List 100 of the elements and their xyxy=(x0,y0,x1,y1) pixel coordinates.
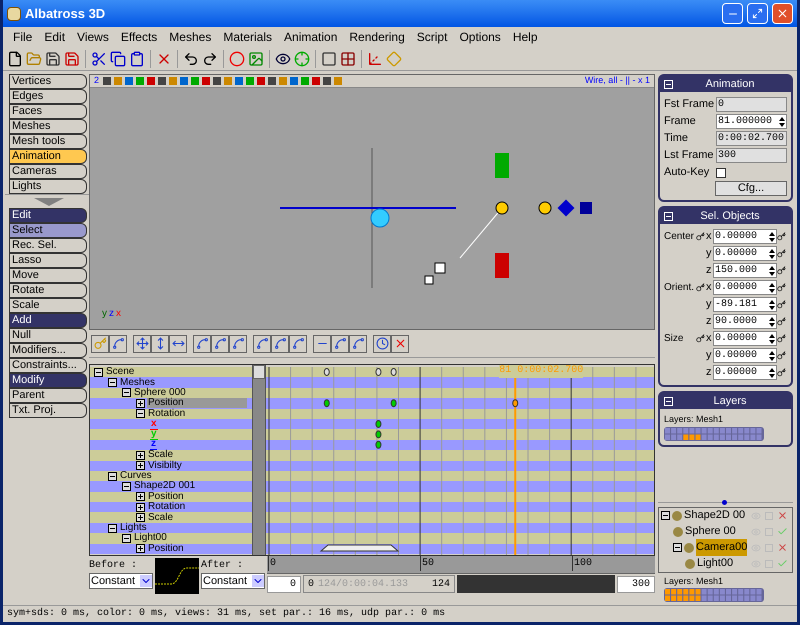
text-field[interactable]: 0:00:02.700 xyxy=(716,131,787,146)
splitter-handle[interactable] xyxy=(722,500,727,504)
spin-arrows-icon[interactable] xyxy=(769,368,775,378)
panel-button[interactable]: Modifiers... xyxy=(9,343,87,358)
undo-icon[interactable] xyxy=(183,50,199,66)
minimize-button[interactable] xyxy=(722,3,743,24)
menu-item[interactable]: Materials xyxy=(217,28,278,46)
tree-item[interactable]: Position xyxy=(147,492,185,502)
expand-icon[interactable] xyxy=(136,502,145,512)
spin-field[interactable]: 0.00000 xyxy=(713,246,777,261)
cfg-button[interactable]: Cfg... xyxy=(715,181,787,196)
collapse-icon[interactable] xyxy=(673,543,682,552)
panel-button[interactable]: Meshes xyxy=(9,119,87,134)
expand-icon[interactable] xyxy=(136,513,145,522)
panel-button[interactable]: Vertices xyxy=(9,74,87,89)
curve-tool-button[interactable] xyxy=(313,334,331,352)
check-icon[interactable] xyxy=(777,526,788,537)
key-icon[interactable] xyxy=(696,232,705,241)
spin-field[interactable]: 81.000000 xyxy=(716,114,787,129)
spin-field[interactable]: 0.00000 xyxy=(713,229,777,244)
curve-tool-button[interactable] xyxy=(289,334,307,352)
panel-button[interactable]: Txt. Proj. xyxy=(9,403,87,418)
text-field[interactable]: 300 xyxy=(716,148,787,163)
viewport[interactable]: 2 Wire, all - || - x 1 y z x xyxy=(89,74,655,330)
panel-button[interactable]: Rotate xyxy=(9,283,87,298)
tree-item[interactable]: Curves xyxy=(119,471,153,482)
panel-button[interactable]: Edges xyxy=(9,89,87,104)
eye-icon[interactable] xyxy=(275,50,291,66)
collapse-icon[interactable] xyxy=(136,409,145,418)
curve-tool-button[interactable] xyxy=(373,334,391,352)
tree-item[interactable]: Scale xyxy=(147,512,174,523)
key-icon[interactable] xyxy=(777,317,786,326)
spin-field[interactable]: 0.00000 xyxy=(713,280,777,295)
spin-arrows-icon[interactable] xyxy=(769,266,775,276)
curve-tool-button[interactable] xyxy=(391,334,409,352)
menu-item[interactable]: Meshes xyxy=(163,28,218,46)
menu-item[interactable]: Rendering xyxy=(343,28,411,46)
panel-button[interactable]: Null xyxy=(9,328,87,343)
tree-item[interactable]: Light00 xyxy=(133,533,168,544)
curve-tool-button[interactable] xyxy=(211,334,229,352)
curve-tool-button[interactable] xyxy=(331,334,349,352)
new-file-icon[interactable] xyxy=(7,50,23,66)
paste-icon[interactable] xyxy=(129,50,145,66)
curve-tool-button[interactable] xyxy=(253,334,271,352)
menu-item[interactable]: Animation xyxy=(278,28,344,46)
expand-icon[interactable] xyxy=(136,492,145,502)
save-icon[interactable] xyxy=(64,50,80,66)
redo-icon[interactable] xyxy=(202,50,218,66)
curve-tool-button[interactable] xyxy=(349,334,367,352)
delete-icon[interactable] xyxy=(777,510,788,521)
tree-item[interactable]: Visibilty xyxy=(147,460,183,471)
menu-item[interactable]: Options xyxy=(453,28,507,46)
tree-item[interactable]: Position xyxy=(147,398,247,408)
auto-key-checkbox[interactable] xyxy=(716,168,726,178)
expand-icon[interactable] xyxy=(136,461,145,470)
scrollbar[interactable] xyxy=(252,365,266,555)
copy-icon[interactable] xyxy=(110,50,126,66)
collapse-icon[interactable] xyxy=(108,378,117,388)
curve-tool-button[interactable] xyxy=(271,334,289,352)
spin-arrows-icon[interactable] xyxy=(769,232,775,242)
cut-icon[interactable] xyxy=(91,50,107,66)
spin-field[interactable]: 90.0000 xyxy=(713,314,777,329)
panel-button[interactable]: Rec. Sel. xyxy=(9,238,87,253)
spin-arrows-icon[interactable] xyxy=(769,282,775,292)
tree-item[interactable]: Lights xyxy=(119,523,148,534)
curve-tool-button[interactable] xyxy=(169,334,187,352)
extrapolation-dropdown[interactable]: Constant xyxy=(89,573,153,589)
panel-button[interactable]: Parent xyxy=(9,388,87,403)
layer-grid-drawing[interactable] xyxy=(664,588,764,602)
curve-tool-button[interactable] xyxy=(229,334,247,352)
expand-icon[interactable] xyxy=(136,398,145,408)
spin-arrows-icon[interactable] xyxy=(769,350,775,360)
menu-item[interactable]: Effects xyxy=(114,28,164,46)
key-icon[interactable] xyxy=(777,283,786,292)
key-icon[interactable] xyxy=(777,266,786,275)
menu-item[interactable]: Help xyxy=(506,28,544,46)
spin-field[interactable]: 150.000 xyxy=(713,263,777,278)
key-icon[interactable] xyxy=(777,249,786,258)
expand-icon[interactable] xyxy=(136,450,145,460)
save-icon[interactable] xyxy=(45,50,61,66)
spin-arrows-icon[interactable] xyxy=(769,300,775,310)
key-icon[interactable] xyxy=(777,368,786,377)
axes-icon[interactable] xyxy=(367,50,383,66)
collapse-icon[interactable] xyxy=(122,388,131,398)
menu-item[interactable]: Edit xyxy=(38,28,72,46)
key-icon[interactable] xyxy=(696,334,705,343)
key-icon[interactable] xyxy=(777,300,786,309)
image-icon[interactable] xyxy=(248,50,264,66)
collapse-icon[interactable] xyxy=(108,524,117,533)
object-item[interactable]: Light00 xyxy=(697,555,734,572)
tree-item[interactable]: Meshes xyxy=(119,378,156,388)
key-icon[interactable] xyxy=(777,232,786,241)
key-icon[interactable] xyxy=(777,334,786,343)
tree-item[interactable]: Sphere 000 xyxy=(133,388,187,398)
menu-item[interactable]: File xyxy=(7,28,38,46)
end-frame-field[interactable]: 300 xyxy=(617,576,655,592)
spin-arrows-icon[interactable] xyxy=(769,334,775,344)
tree-item[interactable]: Scale xyxy=(147,450,174,460)
tree-item[interactable]: Scene xyxy=(105,367,136,378)
object-item[interactable]: Shape2D 00 xyxy=(684,507,746,524)
